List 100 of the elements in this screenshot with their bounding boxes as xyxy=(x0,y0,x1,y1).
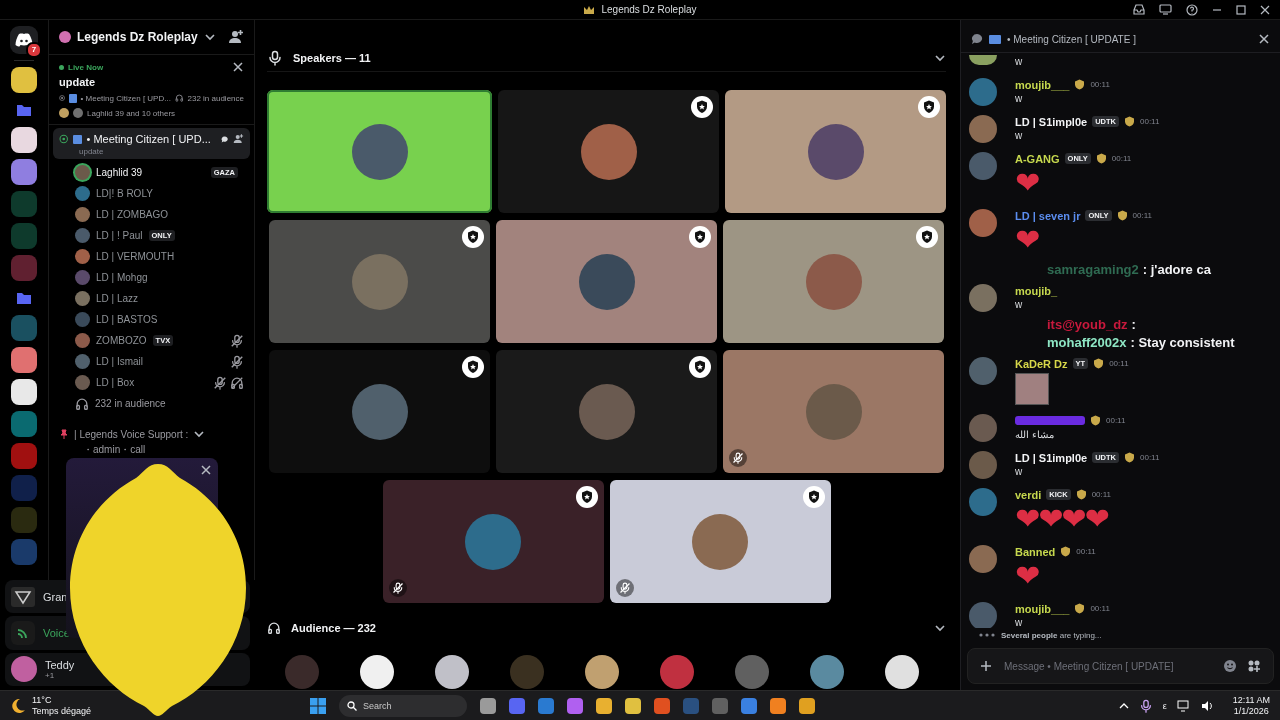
server-icon[interactable] xyxy=(11,379,37,405)
close-icon[interactable] xyxy=(232,61,244,73)
close-icon[interactable] xyxy=(1258,33,1270,45)
speaker-tile[interactable] xyxy=(725,90,946,213)
role-icon xyxy=(1060,546,1072,557)
category-name[interactable]: | Legends Voice Support : xyxy=(74,428,189,440)
search-field[interactable]: Search xyxy=(339,694,467,717)
taskbar-app-icon[interactable] xyxy=(741,697,757,714)
audience-count: 232 in audience xyxy=(95,398,166,409)
help-icon[interactable] xyxy=(1186,3,1198,16)
member-row[interactable]: LD | Lazz xyxy=(49,288,254,309)
taskbar-app-icon[interactable] xyxy=(538,697,554,714)
server-icon[interactable] xyxy=(11,347,37,373)
notification-badge: 7 xyxy=(26,42,42,58)
avatar xyxy=(660,655,694,690)
emoji-icon[interactable] xyxy=(1223,659,1237,673)
avatar xyxy=(969,602,997,628)
input-language[interactable]: ε xyxy=(1162,700,1167,711)
taskbar-app-icon[interactable] xyxy=(770,697,786,714)
role-icon xyxy=(1116,210,1128,221)
stage-channel[interactable]: • Meeting Citizen [ UPD... update xyxy=(53,128,250,159)
channel-name[interactable]: ・admin・call xyxy=(49,440,254,457)
moderator-badge-icon xyxy=(689,226,711,248)
chevron-icon[interactable] xyxy=(193,428,206,440)
author-name[interactable]: moujib___ xyxy=(1015,602,1070,615)
moderator-badge-icon xyxy=(462,356,484,378)
member-row[interactable]: LD | ZOMBAGO xyxy=(49,204,254,225)
speaker-tile[interactable] xyxy=(269,350,490,473)
member-row[interactable]: LD|! B ROLY xyxy=(49,183,254,204)
author-name[interactable]: LD | seven jr xyxy=(1015,209,1081,222)
speaker-tile[interactable] xyxy=(496,350,717,473)
avatar xyxy=(969,55,997,65)
chevron-icon[interactable] xyxy=(203,31,216,43)
author-name[interactable]: KaDeR Dz xyxy=(1015,357,1068,370)
message-text: w xyxy=(1015,298,1024,312)
speaker-tile[interactable] xyxy=(609,480,831,603)
avatar xyxy=(969,209,997,237)
moderator-badge-icon xyxy=(689,356,711,378)
speaker-tile[interactable] xyxy=(269,220,490,343)
moderator-badge-icon xyxy=(691,96,713,118)
speaker-tile[interactable] xyxy=(382,480,604,603)
taskbar-app-icon[interactable] xyxy=(480,697,496,714)
taskbar-app-icon[interactable] xyxy=(596,697,612,714)
search-placeholder: Search xyxy=(363,700,392,711)
member-row[interactable]: LD | Ismail xyxy=(49,351,254,372)
clock-date: 1/1/2026 xyxy=(1233,705,1269,717)
speaker-tile[interactable] xyxy=(723,220,944,343)
live-dot-icon xyxy=(59,64,64,70)
chat-bubble-icon xyxy=(971,33,983,45)
author-name[interactable]: verdi xyxy=(1015,488,1042,501)
member-row[interactable]: LD | Mohgg xyxy=(49,267,254,288)
server-icon[interactable] xyxy=(11,67,37,93)
author-name[interactable]: LD | S1impl0e xyxy=(1015,115,1088,128)
plus-icon[interactable] xyxy=(980,660,992,672)
volume-icon[interactable] xyxy=(1200,699,1215,712)
monitor-icon[interactable] xyxy=(1159,4,1172,15)
member-row[interactable]: LD | BASTOS xyxy=(49,309,254,330)
chat-bubble-icon[interactable] xyxy=(220,133,229,145)
taskbar-app-icon[interactable] xyxy=(625,697,641,714)
author-name[interactable]: moujib_ xyxy=(1015,284,1058,297)
speaker-tile[interactable] xyxy=(498,90,719,213)
channel-name: • Meeting Citizen [ UPD... xyxy=(80,93,171,103)
taskbar-app-icon[interactable] xyxy=(654,697,670,714)
role-icon xyxy=(1124,116,1135,127)
close-icon[interactable] xyxy=(1260,4,1270,15)
start-button-icon[interactable] xyxy=(310,697,326,714)
muted-mic-icon xyxy=(230,354,244,369)
speaker-tile[interactable] xyxy=(267,90,492,213)
maximize-icon[interactable] xyxy=(1236,4,1246,15)
member-row[interactable]: LD | Box xyxy=(49,372,254,393)
speaker-tile[interactable] xyxy=(723,350,944,473)
role-icon xyxy=(1075,489,1087,500)
author-name[interactable]: LD | S1impl0e xyxy=(1015,451,1088,464)
add-user-icon[interactable] xyxy=(228,29,244,45)
author-name[interactable]: moujib___ xyxy=(1015,78,1070,91)
author-name[interactable]: Banned xyxy=(1015,545,1056,558)
new-channel-icon xyxy=(989,34,1001,44)
timestamp: 00:11 xyxy=(1140,117,1160,126)
apps-icon[interactable] xyxy=(1247,659,1261,673)
server-icon[interactable] xyxy=(11,159,37,185)
member-row[interactable]: LD | VERMOUTH xyxy=(49,246,254,267)
timestamp: 00:11 xyxy=(1090,80,1110,89)
taskbar-app-icon[interactable] xyxy=(799,697,815,714)
server-emblem-icon xyxy=(59,31,71,43)
server-name[interactable]: Legends Dz Roleplay xyxy=(77,30,198,44)
avatar xyxy=(969,78,997,106)
message-input[interactable]: Message • Meeting Citizen [ UPDATE] xyxy=(1002,659,1213,673)
moon-icon xyxy=(10,697,26,714)
taskbar-app-icon[interactable] xyxy=(567,697,583,714)
live-card[interactable]: Live Now update • Meeting Citizen [ UPD... 232 in audience Laghlid 39 and 10 others xyxy=(49,55,254,125)
close-icon[interactable] xyxy=(200,464,212,476)
folder-icon[interactable] xyxy=(16,291,32,305)
inbox-icon[interactable] xyxy=(1133,4,1145,15)
member-name: LD | Ismail xyxy=(96,356,144,367)
author-name[interactable]: A-GANG xyxy=(1015,152,1060,165)
folder-icon[interactable] xyxy=(16,103,32,117)
audience-count: 232 in audience xyxy=(187,93,244,103)
server-icon[interactable] xyxy=(11,127,37,153)
speaker-tile[interactable] xyxy=(496,220,717,343)
game-icon xyxy=(11,586,35,607)
